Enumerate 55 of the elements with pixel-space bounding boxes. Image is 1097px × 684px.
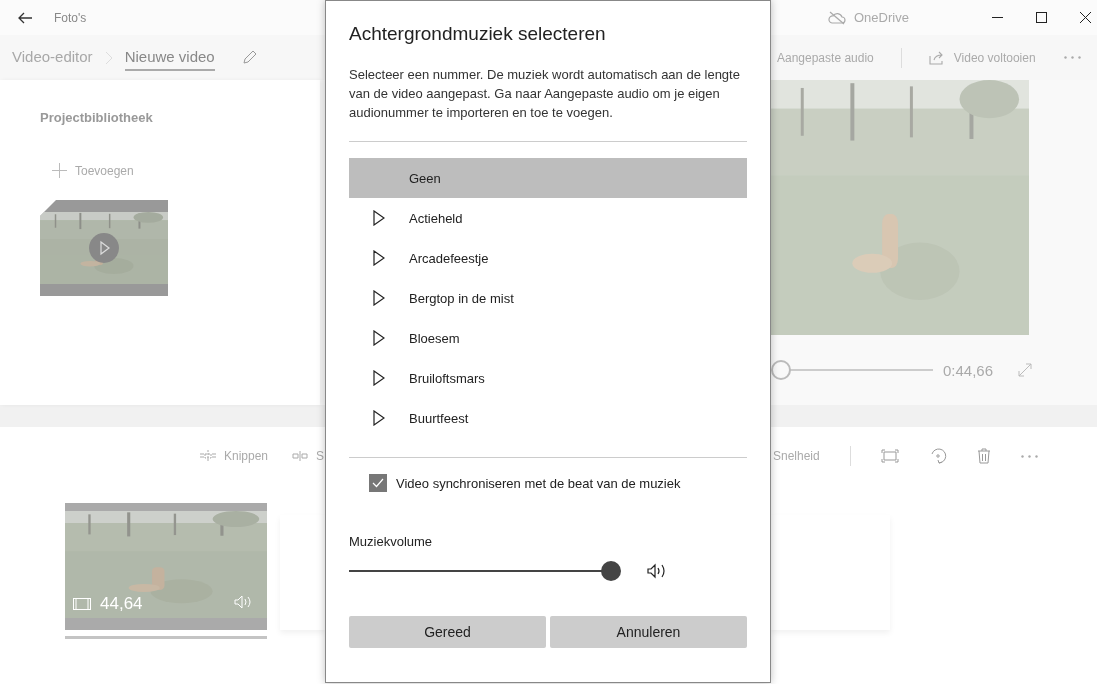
breadcrumb-item[interactable]: Video-editor	[12, 44, 93, 71]
clip-duration: 44,64	[100, 594, 143, 614]
play-icon[interactable]	[373, 210, 385, 226]
pencil-icon[interactable]	[240, 49, 257, 66]
onedrive-label[interactable]: OneDrive	[854, 10, 909, 25]
play-icon[interactable]	[373, 290, 385, 306]
dialog-title: Achtergrondmuziek selecteren	[349, 23, 607, 45]
speaker-icon	[234, 595, 254, 609]
play-icon[interactable]	[373, 250, 385, 266]
track-item[interactable]: Bergtop in de mist	[349, 278, 747, 318]
track-item[interactable]: Geen	[349, 158, 747, 198]
dialog-button[interactable]: Annuleren	[550, 616, 747, 648]
share-icon	[928, 50, 945, 65]
library-thumbnail[interactable]	[40, 200, 168, 296]
trim-button[interactable]: Knippen	[200, 449, 269, 463]
track-item[interactable]: Actieheld	[349, 198, 747, 238]
seek-slider[interactable]	[771, 360, 933, 380]
dialog-description: Selecteer een nummer. De muziek wordt automatisch aan de lengte van de video aangepast. Ga naar Aangepaste audio om je eigen audionummer te importeren en toe te voegen.	[349, 66, 741, 122]
track-item[interactable]: Buurtfeest	[349, 398, 747, 438]
maximize-icon[interactable]	[1035, 12, 1047, 23]
add-button[interactable]: Toevoegen	[52, 163, 320, 178]
finish-video-button[interactable]: Video voltooien	[928, 50, 1036, 65]
dialog-button[interactable]: Gereed	[349, 616, 546, 648]
speed-button[interactable]: Snelheid	[773, 449, 820, 463]
track-name: Bergtop in de mist	[409, 290, 514, 306]
sync-label: Video synchroniseren met de beat van de muziek	[396, 475, 681, 491]
app-title: Foto's	[54, 10, 87, 25]
film-icon	[73, 598, 91, 610]
breadcrumb-item[interactable]: Nieuwe video	[124, 44, 215, 71]
split-button[interactable]: S	[292, 449, 325, 463]
chevron-icon	[104, 50, 113, 65]
back-icon[interactable]	[18, 11, 32, 24]
play-icon[interactable]	[373, 410, 385, 426]
trash-icon[interactable]	[976, 448, 991, 464]
track-name: Bloesem	[409, 330, 460, 346]
trim-icon	[200, 450, 216, 462]
close-icon[interactable]	[1079, 12, 1091, 23]
split-icon	[292, 451, 309, 461]
volume-label: Muziekvolume	[349, 534, 434, 549]
plus-icon	[52, 163, 67, 178]
time-label: 0:44,66	[943, 361, 994, 379]
play-icon[interactable]	[373, 370, 385, 386]
track-name: Bruiloftsmars	[409, 370, 485, 386]
library-title: Projectbibliotheek	[40, 110, 154, 125]
track-item[interactable]: Arcadefeestje	[349, 238, 747, 278]
sync-checkbox[interactable]	[369, 474, 387, 492]
track-item[interactable]: Bloesem	[349, 318, 747, 358]
track-name: Buurtfeest	[409, 410, 469, 426]
track-name: Geen	[409, 170, 441, 186]
track-name: Actieheld	[409, 210, 463, 226]
custom-audio-button[interactable]: Aangepaste audio	[777, 50, 874, 65]
play-icon[interactable]	[373, 330, 385, 346]
cloud-off-icon	[828, 10, 846, 25]
track-name: Arcadefeestje	[409, 250, 489, 266]
track-item[interactable]: Bruiloftsmars	[349, 358, 747, 398]
